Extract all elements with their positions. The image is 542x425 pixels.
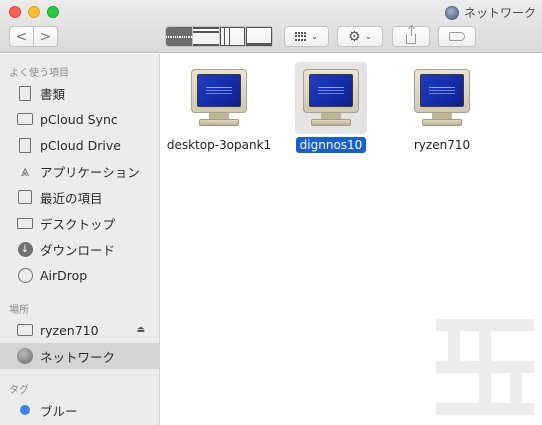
action-menu-button[interactable]: ⚙ ⌄ (337, 26, 383, 47)
toolbar: ネットワーク < > ⌄ ⚙ ⌄ (0, 0, 542, 53)
forward-button[interactable]: > (33, 27, 57, 46)
sidebar-item-downloads[interactable]: ↓ ダウンロード (0, 236, 159, 262)
icon-grid-icon (165, 27, 192, 46)
share-button[interactable] (392, 25, 430, 47)
airdrop-icon (16, 266, 34, 284)
sidebar-item-recents[interactable]: 最近の項目 (0, 184, 159, 210)
gear-icon: ⚙ (347, 28, 361, 45)
sidebar-item-label: ブルー (40, 403, 78, 419)
sidebar-item-label: デスクトップ (40, 216, 116, 232)
sidebar-item-pcloud-sync[interactable]: pCloud Sync (0, 106, 159, 132)
display-icon (16, 321, 34, 339)
window-title: ネットワーク (444, 4, 536, 21)
document-icon (16, 136, 34, 154)
document-icon (16, 84, 34, 102)
tag-icon (449, 32, 465, 41)
tags-section-title: タグ (9, 385, 29, 396)
close-window-button[interactable] (9, 6, 21, 18)
folder-icon (16, 110, 34, 128)
download-icon: ↓ (16, 240, 34, 258)
back-button[interactable]: < (10, 27, 33, 46)
computer-icon-wrap (295, 62, 367, 134)
navigation-buttons: < > (9, 26, 58, 47)
list-view-button[interactable] (191, 27, 219, 46)
file-browser-content: desktop-3opank1 dignnos10 ryzen710 (161, 54, 542, 425)
edit-tags-button[interactable] (438, 26, 476, 47)
list-icon (192, 27, 219, 46)
sidebar-item-label: AirDrop (40, 267, 88, 283)
group-by-button[interactable]: ⌄ (284, 26, 329, 47)
sidebar-item-ryzen710[interactable]: ryzen710 ⏏ (0, 317, 159, 343)
crt-monitor-icon (303, 69, 359, 127)
locations-section-title: 場所 (9, 305, 29, 316)
sidebar-item-label: 書類 (40, 86, 66, 102)
column-view-button[interactable] (218, 27, 246, 46)
crt-monitor-icon (414, 69, 470, 127)
view-mode-switcher (165, 26, 273, 47)
sidebar-item-applications[interactable]: ⩓ アプリケーション (0, 158, 159, 184)
zoom-window-button[interactable] (47, 6, 59, 18)
minimize-window-button[interactable] (28, 6, 40, 18)
recents-icon (16, 188, 34, 206)
blue-tag-dot-icon (16, 401, 34, 419)
sidebar-item-label: アプリケーション (40, 164, 140, 180)
window-title-text: ネットワーク (463, 6, 536, 20)
network-icon (16, 347, 34, 365)
columns-icon (219, 27, 246, 46)
sidebar-item-pcloud-drive[interactable]: pCloud Drive (0, 132, 159, 158)
group-grid-icon (294, 32, 307, 41)
network-computer-item[interactable]: ryzen710 (387, 62, 497, 153)
gallery-view-button[interactable] (245, 27, 272, 46)
network-computer-item-selected[interactable]: dignnos10 (276, 62, 386, 153)
sidebar-item-tag-blue[interactable]: ブルー (0, 397, 159, 423)
favorites-section-title: よく使う項目 (9, 68, 69, 79)
network-computer-item[interactable]: desktop-3opank1 (164, 62, 274, 153)
sidebar-item-airdrop[interactable]: AirDrop (0, 262, 159, 288)
sidebar-item-label: pCloud Drive (40, 137, 121, 153)
computer-icon-wrap (406, 62, 478, 134)
sidebar-item-documents[interactable]: 書類 (0, 80, 159, 106)
sidebar-item-label: ryzen710 (40, 322, 99, 338)
item-label: ryzen710 (413, 138, 471, 152)
sidebar-item-network[interactable]: ネットワーク (0, 343, 159, 369)
icon-view-button[interactable] (165, 27, 192, 46)
sidebar-item-label: 最近の項目 (40, 190, 103, 206)
sidebar-item-label: pCloud Sync (40, 111, 118, 127)
chevron-down-icon: ⌄ (364, 31, 373, 42)
eject-icon[interactable]: ⏏ (136, 325, 145, 335)
network-globe-icon (444, 5, 459, 20)
applications-icon: ⩓ (20, 162, 30, 180)
computer-icon-wrap (183, 62, 255, 134)
desktop-icon (16, 214, 34, 232)
sidebar-item-label: ダウンロード (40, 242, 116, 258)
item-label: dignnos10 (295, 137, 367, 153)
watermark-logo (436, 319, 534, 415)
sidebar-item-label: ネットワーク (40, 349, 116, 365)
chevron-down-icon: ⌄ (310, 31, 319, 42)
sidebar: よく使う項目 書類 pCloud Sync pCloud Drive ⩓ アプリ… (0, 54, 160, 425)
gallery-icon (246, 27, 272, 46)
crt-monitor-icon (191, 69, 247, 127)
share-icon (406, 25, 416, 44)
item-label: desktop-3opank1 (166, 138, 272, 152)
sidebar-item-desktop[interactable]: デスクトップ (0, 210, 159, 236)
